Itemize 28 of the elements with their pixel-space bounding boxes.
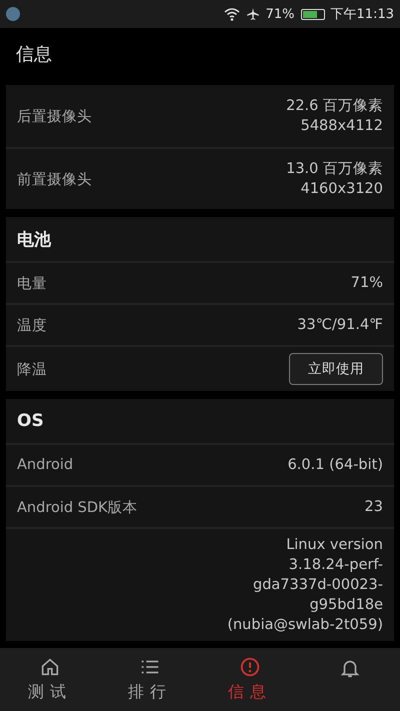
- row-label: Android SDK版本: [17, 498, 138, 516]
- row-value: 22.6 百万像素 5488x4112: [286, 97, 383, 136]
- section-header: OS: [17, 411, 44, 431]
- row-value: 33℃/91.4℉: [297, 316, 383, 335]
- row-value: 6.0.1 (64-bit): [288, 456, 383, 475]
- app-notification-icon: [6, 7, 20, 21]
- row-value: 71%: [350, 274, 383, 293]
- airplane-icon: [246, 7, 260, 21]
- battery-icon: [300, 8, 325, 20]
- alert-icon: [239, 656, 261, 678]
- row-label: 温度: [17, 316, 47, 334]
- row-value: 23: [364, 498, 383, 517]
- nav-tab[interactable]: 测试: [0, 648, 100, 711]
- section-header: 电池: [17, 228, 51, 250]
- row-value: Linux version 3.18.24-perf- gda7337d-00023- g95bd18e (nubia@swlab-2t059): [227, 536, 383, 635]
- nav-tab[interactable]: 排行: [100, 648, 200, 711]
- page-title: 信息: [16, 43, 52, 66]
- use-now-button[interactable]: 立即使用: [289, 353, 383, 385]
- wifi-icon: [224, 8, 240, 20]
- row-label: 电量: [17, 274, 47, 292]
- row-label: 前置摄像头: [17, 170, 92, 188]
- clock-time: 下午11:13: [330, 6, 394, 23]
- row-label: 后置摄像头: [17, 108, 92, 126]
- row-label: 降温: [17, 360, 47, 378]
- row-label: Android: [17, 457, 74, 473]
- row-value: 13.0 百万像素 4160x3120: [286, 160, 383, 199]
- battery-percent: 71%: [266, 6, 295, 22]
- home-icon: [39, 656, 61, 678]
